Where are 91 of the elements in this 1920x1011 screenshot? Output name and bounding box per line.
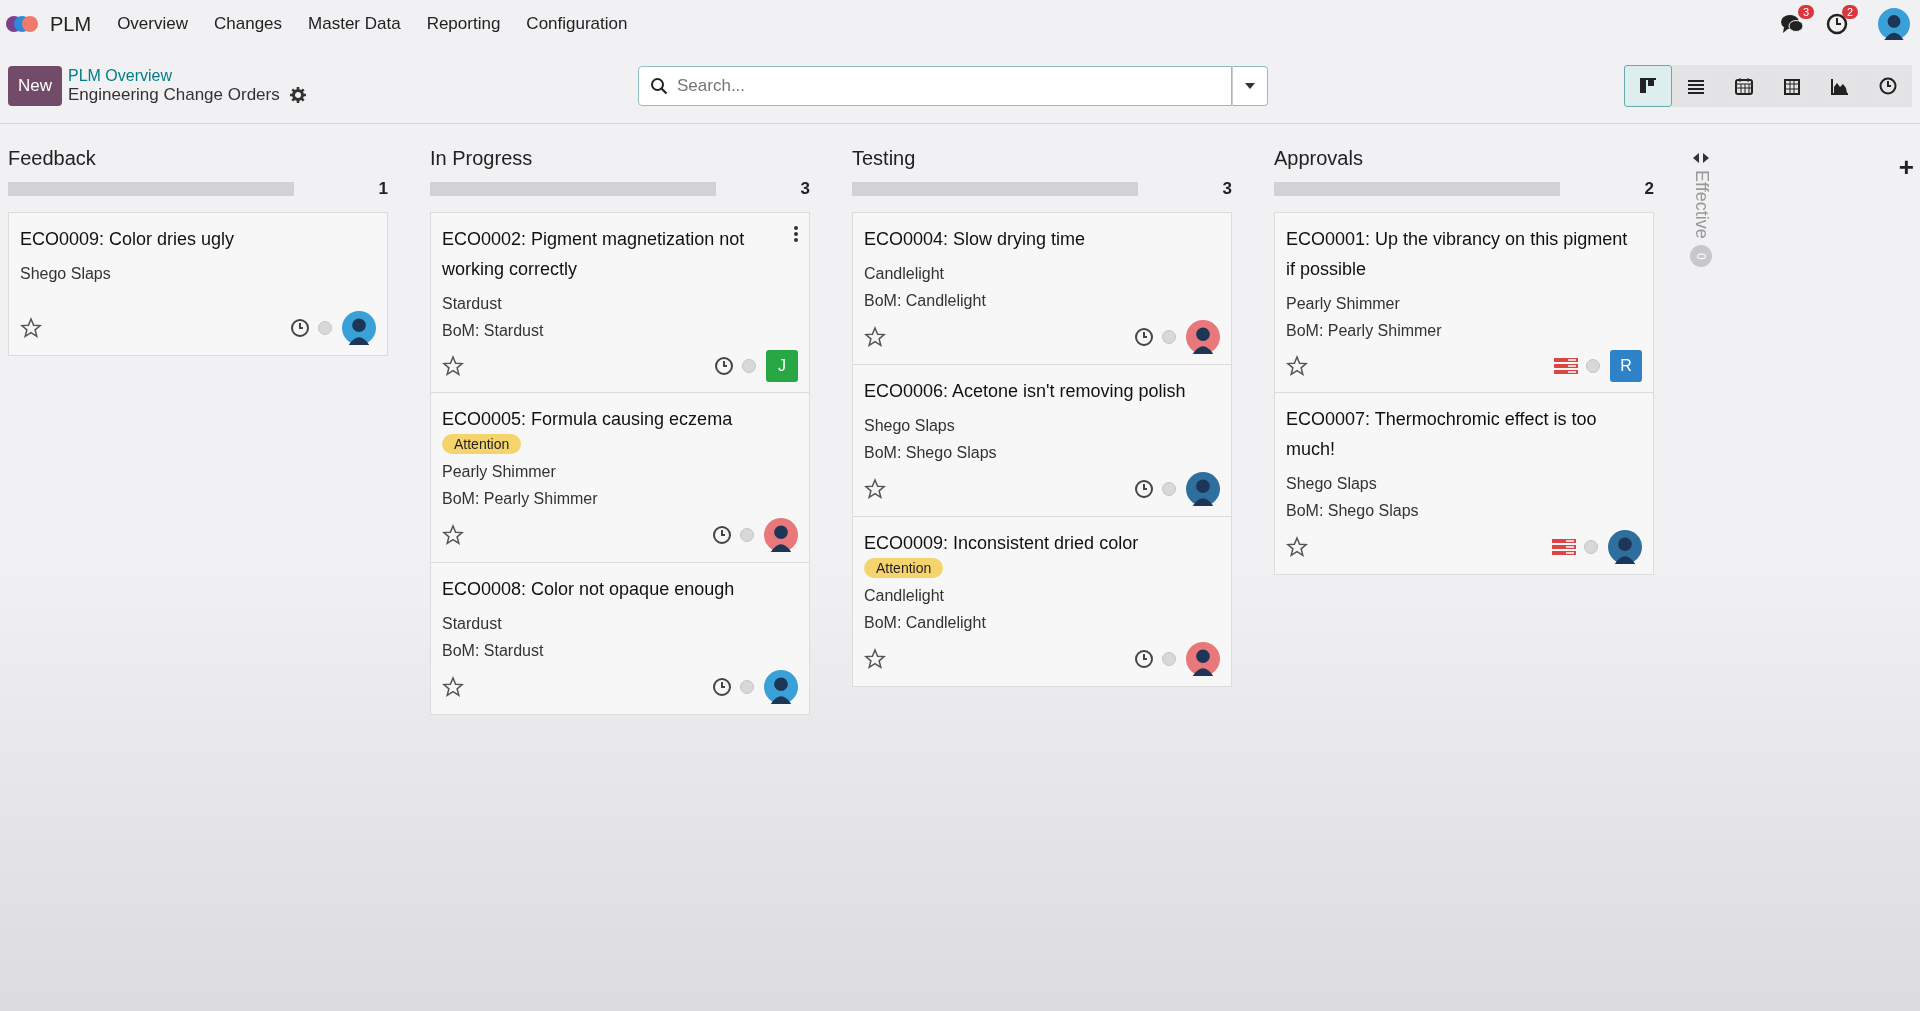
bom-label: BoM: Stardust — [442, 641, 545, 661]
tag: Attention — [864, 558, 944, 578]
stacked-lines-icon — [1554, 357, 1578, 375]
clock-icon — [712, 525, 732, 545]
column-title: Testing — [852, 145, 917, 171]
column-title: Approvals — [1274, 145, 1364, 171]
product-name: Shego Slaps — [20, 264, 112, 284]
bom-label: BoM: Candlelight — [864, 291, 987, 311]
bom-label: BoM: Pearly Shimmer — [1286, 321, 1443, 341]
menu-item[interactable]: Changes — [214, 14, 283, 34]
search-field[interactable]: Search... — [638, 65, 1232, 106]
menu-item[interactable]: Reporting — [426, 14, 501, 34]
product-name: Shego Slaps — [1286, 474, 1378, 494]
card-title[interactable]: ECO0007: Thermochromic effect is too much! — [1286, 404, 1642, 464]
status-dot[interactable] — [740, 528, 754, 542]
product-name: Shego Slaps — [864, 416, 956, 436]
menu-item[interactable]: Master Data — [308, 14, 401, 34]
bom-label: BoM: Pearly Shimmer — [442, 489, 599, 509]
card-title[interactable]: ECO0006: Acetone isn't removing polish — [864, 376, 1220, 406]
caret-icon — [1244, 81, 1256, 90]
card-title[interactable]: ECO0009: Inconsistent dried color — [864, 528, 1220, 558]
card-title[interactable]: ECO0008: Color not opaque enough — [442, 574, 798, 604]
page-title: Engineering Change Orders — [68, 84, 280, 105]
product-name: Stardust — [442, 294, 503, 314]
search-options-button[interactable] — [1232, 65, 1268, 106]
card-title[interactable]: ECO0001: Up the vibrancy on this pigment if possible — [1286, 224, 1642, 284]
column-count: 3 — [1222, 179, 1232, 199]
product-name: Pearly Shimmer — [1286, 294, 1401, 314]
status-dot[interactable] — [742, 359, 756, 373]
star-icon — [864, 326, 886, 348]
calendar-view-icon — [1734, 75, 1754, 96]
message-count-badge: 3 — [1797, 5, 1814, 19]
search-icon — [650, 76, 668, 95]
product-name: Candlelight — [864, 264, 946, 284]
clock-icon — [1826, 13, 1848, 35]
menu-item[interactable]: Configuration — [526, 14, 628, 34]
status-dot[interactable] — [1584, 540, 1598, 554]
expand-arrows-icon — [1692, 152, 1710, 164]
gear-icon — [289, 86, 306, 103]
bom-label: BoM: Stardust — [442, 321, 545, 341]
card-title[interactable]: ECO0009: Color dries ugly — [20, 224, 376, 254]
bom-label: BoM: Candlelight — [864, 613, 987, 633]
clock-icon — [714, 356, 734, 376]
column-count: 2 — [1644, 179, 1654, 199]
app-name[interactable]: PLM — [50, 12, 92, 36]
kanban-view-icon — [1638, 75, 1658, 96]
card-title[interactable]: ECO0004: Slow drying time — [864, 224, 1220, 254]
column-count: 1 — [378, 179, 388, 199]
column-title: Feedback — [8, 145, 97, 171]
clock-icon — [1134, 649, 1154, 669]
clock-icon — [1134, 327, 1154, 347]
new-button[interactable]: New — [8, 65, 62, 106]
column-count: 3 — [800, 179, 810, 199]
activity-view-icon — [1878, 75, 1898, 96]
star-icon — [864, 478, 886, 500]
menu-item[interactable]: Overview — [117, 14, 188, 34]
list-view-button[interactable] — [1672, 64, 1720, 107]
chat-icon — [1780, 13, 1804, 35]
card-title[interactable]: ECO0002: Pigment magnetization not working correctly — [442, 224, 798, 284]
product-name: Stardust — [442, 614, 503, 634]
clock-icon — [1134, 479, 1154, 499]
status-dot[interactable] — [1162, 330, 1176, 344]
activity-count-badge: 2 — [1841, 5, 1858, 19]
clock-icon — [712, 677, 732, 697]
star-icon — [442, 524, 464, 546]
status-dot[interactable] — [1586, 359, 1600, 373]
card-title[interactable]: ECO0005: Formula causing eczema — [442, 404, 798, 434]
status-dot[interactable] — [740, 680, 754, 694]
breadcrumb-link[interactable]: PLM Overview — [68, 66, 638, 85]
bom-label: BoM: Shego Slaps — [1286, 501, 1420, 521]
status-dot[interactable] — [1162, 482, 1176, 496]
assignee-initial[interactable]: R — [1610, 350, 1642, 382]
star-icon — [864, 648, 886, 670]
star-icon — [1286, 355, 1308, 377]
star-icon — [442, 676, 464, 698]
clock-icon — [290, 318, 310, 338]
star-icon — [1286, 536, 1308, 558]
kanban-view-button[interactable] — [1624, 64, 1672, 107]
star-icon — [20, 317, 42, 339]
column-title: In Progress — [430, 145, 534, 171]
status-dot[interactable] — [318, 321, 332, 335]
product-name: Candlelight — [864, 586, 946, 606]
product-name: Pearly Shimmer — [442, 462, 557, 482]
status-dot[interactable] — [1162, 652, 1176, 666]
tag: Attention — [442, 434, 522, 454]
star-icon — [442, 355, 464, 377]
user-avatar-icon — [1878, 8, 1910, 40]
bom-label: BoM: Shego Slaps — [864, 443, 998, 463]
add-column-button[interactable]: + — [1898, 152, 1914, 183]
activity-view-button[interactable] — [1864, 64, 1912, 107]
stacked-lines-icon — [1552, 538, 1576, 556]
